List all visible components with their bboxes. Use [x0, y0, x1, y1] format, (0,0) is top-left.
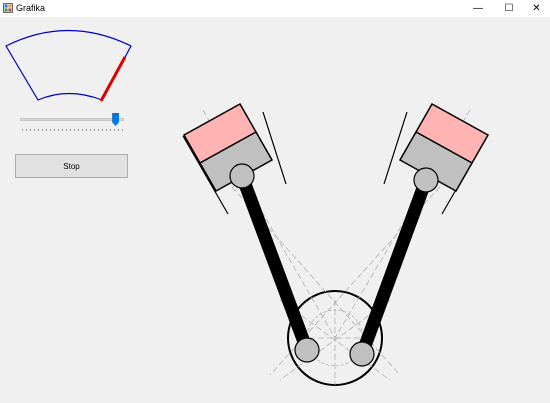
slider-track[interactable]	[20, 118, 124, 121]
right-wrist-pin	[413, 167, 439, 193]
speed-slider[interactable]	[18, 113, 128, 143]
gauge-needle	[99, 56, 127, 102]
left-connecting-rod	[235, 173, 314, 353]
right-connecting-rod	[355, 177, 433, 357]
right-cylinder	[383, 102, 490, 215]
slider-thumb[interactable]	[112, 113, 120, 126]
drawing-canvas	[5, 29, 490, 386]
right-crank-pin	[349, 341, 375, 367]
slider-ticks	[22, 129, 124, 131]
left-cylinder	[182, 102, 287, 215]
left-wrist-pin	[229, 163, 255, 189]
stop-button[interactable]: Stop	[15, 154, 128, 178]
left-crank-pin	[294, 337, 320, 363]
gauge-outline	[5, 29, 132, 101]
